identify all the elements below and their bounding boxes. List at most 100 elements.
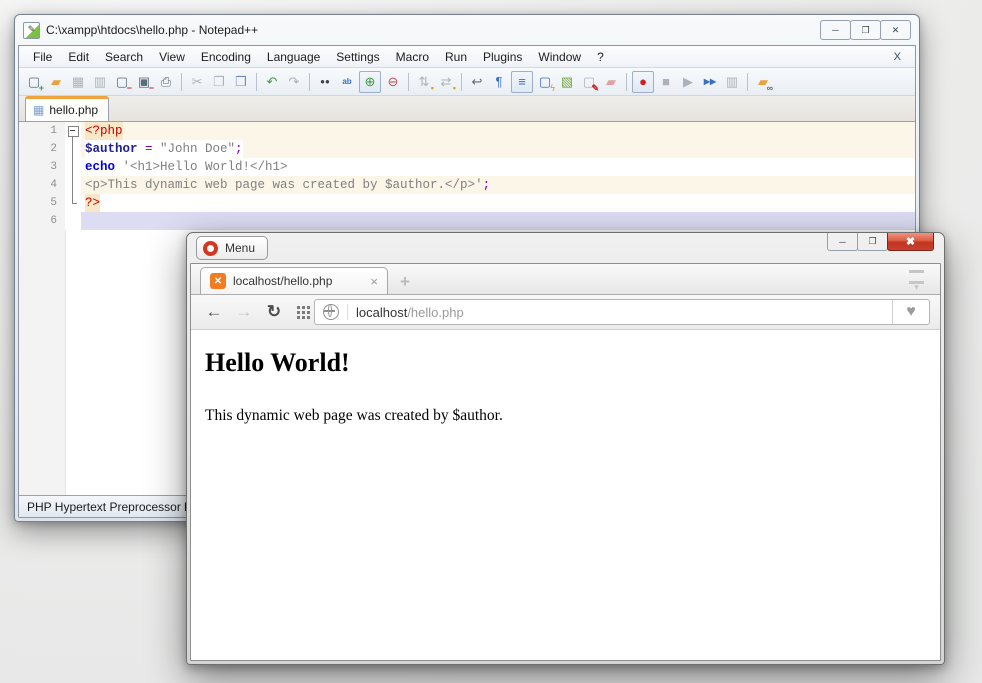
menu-window[interactable]: Window [530,48,589,66]
tab-localhost-hello-php[interactable]: ✕ localhost/hello.php × [200,267,388,294]
macro-play-icon[interactable]: ▶ [678,72,698,92]
save-all-icon[interactable]: ▥ [90,72,110,92]
reload-button[interactable]: ↻ [261,299,287,325]
zoom-in-icon[interactable]: ⊕ [359,70,381,93]
tab-label: hello.php [49,103,99,117]
macro-save-icon[interactable]: ▥ [722,72,742,92]
notepadpp-toolbar: ▢+ ▰ ▦ ▥ ▢− ▣− ⎙ ✂ ❐ ❒ ↶ ↷ ●● ab ⊕ ⊖ [19,68,915,96]
document-map-icon[interactable]: ▧ [557,72,577,92]
menu-language[interactable]: Language [259,48,328,66]
code-line[interactable]: 1 <?php [19,122,915,140]
menu-settings[interactable]: Settings [328,48,387,66]
menu-plugins[interactable]: Plugins [475,48,530,66]
tab-hello-php[interactable]: ▦ hello.php [25,96,110,121]
url-host: localhost [356,304,408,320]
forward-button[interactable]: → [231,299,257,325]
function-list-icon[interactable]: ▢ ϟ [535,72,555,92]
menu-encoding[interactable]: Encoding [193,48,259,66]
address-bar[interactable]: localhost/hello.php ♥ [314,299,930,325]
minimize-button[interactable]: ─ [827,233,858,251]
toolbar-separator [256,72,257,91]
code-line[interactable]: 3 echo '<h1>Hello World!</h1> [19,158,915,176]
notepadpp-window-title: C:\xampp\htdocs\hello.php - Notepad++ [46,23,259,37]
code-segment: echo [85,160,116,174]
folder-as-workspace-icon[interactable]: ▰ [601,72,621,92]
save-icon[interactable]: ▦ [68,72,88,92]
open-containing-folder-icon[interactable]: ▰ ∞ [753,72,773,92]
page-paragraph: This dynamic web page was created by $au… [205,407,503,424]
macro-record-icon[interactable]: ● [632,70,654,93]
indent-guide-icon[interactable]: ≡ [511,70,533,93]
notepadpp-tabbar: ▦ hello.php [19,96,915,122]
url-path: /hello.php [407,304,464,320]
close-all-icon[interactable]: ▣ − [134,72,154,92]
open-file-icon[interactable]: ▰ [46,72,66,92]
copy-icon[interactable]: ❐ [209,72,229,92]
find-icon[interactable]: ●● [315,72,335,92]
close-button[interactable]: ✕ [880,20,911,40]
code-segment: <p>This dynamic web page was created by … [85,178,483,192]
menu-search[interactable]: Search [97,48,151,66]
code-line[interactable]: 2 $author = "John Doe"; [19,140,915,158]
toolbar-separator [461,72,462,91]
back-button[interactable]: ← [201,299,227,325]
close-file-icon[interactable]: ▢ − [112,72,132,92]
code-line-current[interactable]: 6 [19,212,915,230]
menu-edit[interactable]: Edit [60,48,97,66]
macro-stop-icon[interactable]: ■ [656,72,676,92]
notepadpp-titlebar[interactable]: ✎ C:\xampp\htdocs\hello.php - Notepad++ … [15,15,919,45]
sync-scroll-horizontal-icon[interactable]: ⇄ ▪ [436,72,456,92]
code-segment: <?php [85,122,123,140]
document-switcher-icon[interactable]: ▢ ✎ [579,72,599,92]
menu-run[interactable]: Run [437,48,475,66]
menu-file[interactable]: File [25,48,60,66]
paste-icon[interactable]: ❒ [231,72,251,92]
fold-line [65,176,81,194]
tab-menu-icon[interactable]: ▾ [909,270,924,292]
cut-icon[interactable]: ✂ [187,72,207,92]
menu-macro[interactable]: Macro [388,48,437,66]
status-doc-type: PHP Hypertext Preprocessor le [27,499,194,514]
code-segment: "John Doe" [160,142,236,156]
zoom-out-icon[interactable]: ⊖ [383,72,403,92]
word-wrap-icon[interactable]: ↩ [467,72,487,92]
line-number: 1 [19,122,65,140]
url-text[interactable]: localhost/hello.php [356,305,464,320]
minimize-button[interactable]: ─ [820,20,851,40]
code-line[interactable]: 5 ?> [19,194,915,212]
print-icon[interactable]: ⎙ [156,72,176,92]
fold-margin-cell [65,212,81,230]
toolbar-separator [309,72,310,91]
speed-dial-icon[interactable] [297,305,300,309]
tab-close-icon[interactable]: × [356,274,378,289]
bookmark-heart-icon[interactable]: ♥ [892,300,929,324]
new-tab-button[interactable]: + [392,270,418,294]
show-all-characters-icon[interactable]: ¶ [489,72,509,92]
opera-menu-button[interactable]: Menu [196,236,269,260]
sync-scroll-vertical-icon[interactable]: ⇅ ▪ [414,72,434,92]
opera-window-controls: ─ ❐ ✖ [827,233,934,251]
macro-run-multiple-icon[interactable]: ▶▶ [700,72,720,92]
restore-button[interactable]: ❐ [850,20,881,40]
opera-window: Menu ─ ❐ ✖ ✕ localhost/hello.php × + ▾ ←… [186,232,945,665]
line-number: 2 [19,140,65,158]
notepadpp-logo-icon: ✎ [23,21,40,39]
xampp-favicon: ✕ [210,273,226,289]
redo-icon[interactable]: ↷ [284,72,304,92]
code-line[interactable]: 4 <p>This dynamic web page was created b… [19,176,915,194]
code-segment: = [137,142,161,156]
code-segment: $author [85,142,138,156]
opera-toolbar: ← → ↻ localhost/hello.php ♥ [191,295,940,330]
replace-icon[interactable]: ab [337,72,357,92]
document-close-x[interactable]: X [886,51,909,63]
menu-view[interactable]: View [151,48,193,66]
close-button[interactable]: ✖ [887,233,934,251]
undo-icon[interactable]: ↶ [262,72,282,92]
opera-titlebar[interactable]: Menu ─ ❐ ✖ [187,233,944,263]
tab-label: localhost/hello.php [233,274,333,288]
restore-button[interactable]: ❐ [857,233,888,251]
new-file-icon[interactable]: ▢ + [24,72,44,92]
fold-marker-collapse[interactable] [65,122,81,140]
menu-help[interactable]: ? [589,48,612,66]
